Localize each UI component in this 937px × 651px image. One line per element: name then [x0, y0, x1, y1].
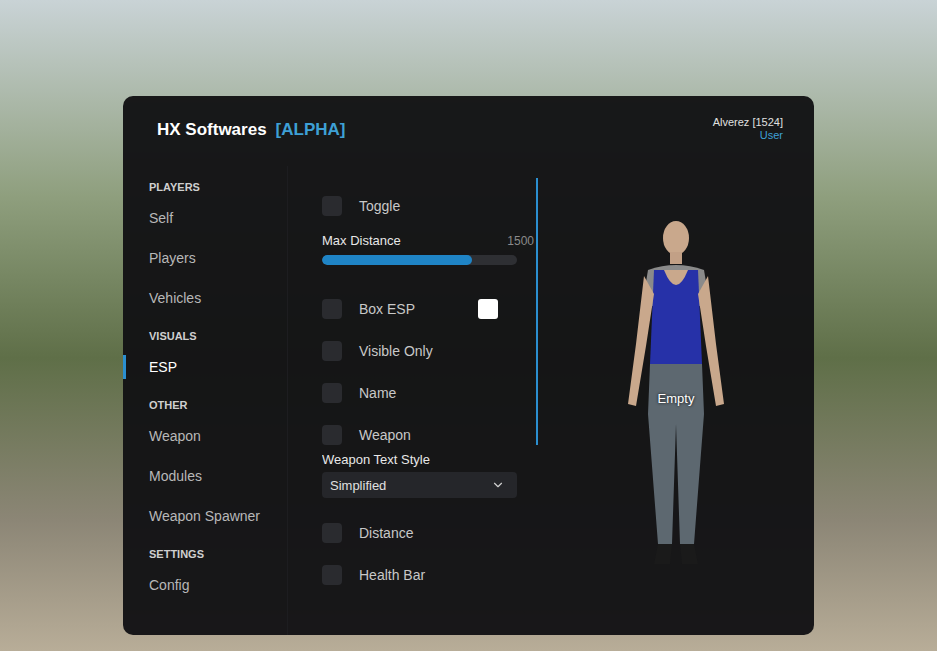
body: PLAYERSSelfPlayersVehicles VISUALSESP OTHE…	[123, 166, 814, 635]
checkbox-row[interactable]: Name	[322, 372, 534, 414]
checkbox-label: Distance	[359, 525, 413, 541]
checkbox[interactable]	[322, 196, 342, 216]
sidebar-item[interactable]: Self	[149, 198, 287, 238]
checkbox[interactable]	[322, 565, 342, 585]
checkbox[interactable]	[322, 341, 342, 361]
slider-row: Max Distance 1500	[322, 227, 534, 288]
game-background: HX Softwares [ALPHA] Alverez [1524]User PLA…	[0, 0, 937, 651]
content: Toggle Max Distance 1500 Box ESP Visible Onl…	[288, 166, 814, 635]
select-box[interactable]: Simplified	[322, 472, 517, 498]
checkbox[interactable]	[322, 425, 342, 445]
color-swatch[interactable]	[478, 299, 498, 319]
checkbox[interactable]	[322, 299, 342, 319]
checkbox-row[interactable]: Toggle	[322, 185, 534, 227]
slider-head: Max Distance 1500	[322, 232, 534, 250]
checkbox[interactable]	[322, 383, 342, 403]
checkbox-label: Box ESP	[359, 301, 415, 317]
checkbox[interactable]	[322, 523, 342, 543]
checkbox-row[interactable]: Box ESP	[322, 288, 534, 330]
header: HX Softwares [ALPHA] Alverez [1524]User	[123, 96, 814, 166]
chevron-down-icon	[491, 478, 505, 492]
title-text: HX Softwares	[157, 120, 267, 140]
section-heading: OTHER	[149, 394, 287, 416]
sidebar-item[interactable]: Weapon Spawner	[149, 496, 287, 536]
user-info: Alverez [1524]User	[713, 116, 783, 142]
checkbox-row[interactable]: Distance	[322, 512, 534, 554]
sidebar-item[interactable]: Players	[149, 238, 287, 278]
user-role: User	[760, 129, 783, 142]
slider-value: 1500	[507, 232, 534, 250]
checkbox-label: Toggle	[359, 198, 400, 214]
sidebar-item[interactable]: Weapon	[149, 416, 287, 456]
sidebar-item[interactable]: ESP	[149, 347, 287, 387]
checkbox-row[interactable]: Weapon	[322, 414, 534, 456]
section-heading: PLAYERS	[149, 176, 287, 198]
section-heading: SETTINGS	[149, 543, 287, 565]
slider-fill	[322, 255, 472, 265]
select-row: Weapon Text Style Simplified	[322, 452, 534, 498]
sidebar: PLAYERSSelfPlayersVehicles VISUALSESP OTHE…	[123, 166, 288, 635]
alpha-badge: [ALPHA]	[276, 120, 346, 140]
checkbox-row[interactable]: Visible Only	[322, 330, 534, 372]
sidebar-item[interactable]: Modules	[149, 456, 287, 496]
select-label: Weapon Text Style	[322, 452, 534, 468]
slider-label: Max Distance	[322, 232, 401, 250]
select-value: Simplified	[330, 478, 386, 493]
options-list: Toggle Max Distance 1500 Box ESP Visible Onl…	[322, 166, 534, 635]
sidebar-item[interactable]: Config	[149, 565, 287, 605]
section-heading: VISUALS	[149, 325, 287, 347]
preview-label: Empty	[606, 391, 746, 406]
checkbox-row[interactable]: Health Bar	[322, 554, 534, 596]
slider-track[interactable]	[322, 255, 517, 265]
checkbox-label: Health Bar	[359, 567, 425, 583]
sidebar-item[interactable]: Vehicles	[149, 278, 287, 318]
checkbox-label: Visible Only	[359, 343, 433, 359]
checkbox-label: Weapon	[359, 427, 411, 443]
checkbox-label: Name	[359, 385, 396, 401]
character-preview: Empty	[606, 214, 746, 574]
title: HX Softwares [ALPHA]	[157, 116, 345, 140]
preview: Empty	[538, 166, 814, 635]
menu-panel: HX Softwares [ALPHA] Alverez [1524]User PLA…	[123, 96, 814, 635]
user-name: Alverez [1524]	[713, 116, 783, 129]
scrollbar[interactable]	[536, 178, 538, 445]
